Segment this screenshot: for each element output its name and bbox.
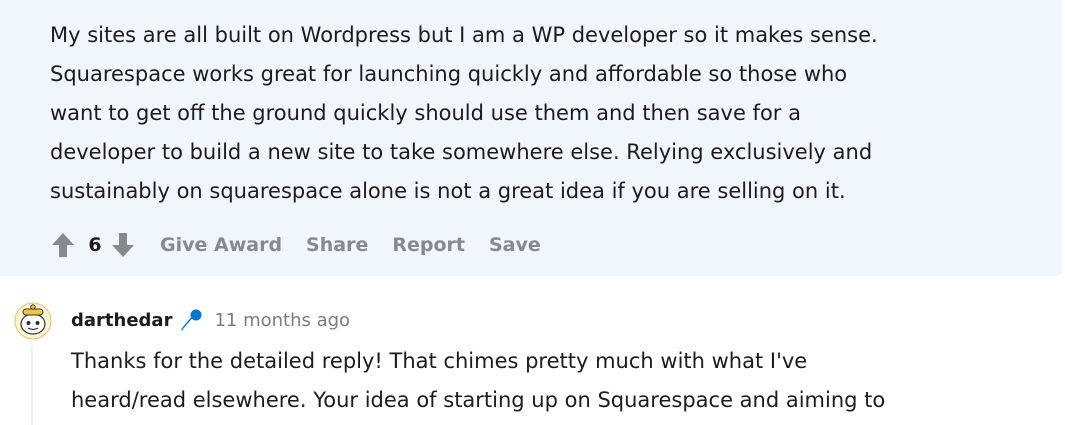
- username-link[interactable]: darthedar: [71, 310, 172, 331]
- reply-line: Thanks for the detailed reply! That chim…: [71, 349, 808, 373]
- report-button[interactable]: Report: [392, 234, 465, 256]
- comment-line: My sites are all built on Wordpress but …: [50, 23, 878, 47]
- reply-line: heard/read elsewhere. Your idea of start…: [71, 388, 886, 412]
- downvote-arrow-icon[interactable]: [110, 231, 136, 259]
- give-award-button[interactable]: Give Award: [160, 234, 282, 256]
- snoo-avatar-icon[interactable]: [14, 302, 52, 340]
- comment-body: My sites are all built on Wordpress but …: [50, 16, 1050, 211]
- comment-thread: My sites are all built on Wordpress but …: [0, 0, 1065, 425]
- comment-line: Squarespace works great for launching qu…: [50, 62, 848, 86]
- parent-comment: My sites are all built on Wordpress but …: [0, 0, 1062, 276]
- thread-line[interactable]: [31, 346, 33, 425]
- comment-actions: 6 Give Award Share Report Save: [50, 228, 541, 262]
- comment-line: developer to build a new site to take so…: [50, 140, 873, 164]
- comment-line: sustainably on squarespace alone is not …: [50, 179, 846, 203]
- timestamp[interactable]: 11 months ago: [214, 310, 350, 331]
- reply-header: darthedar 11 months ago: [71, 306, 350, 334]
- reply-comment: darthedar 11 months ago Thanks for the d…: [0, 276, 1065, 425]
- reply-body: Thanks for the detailed reply! That chim…: [71, 342, 1051, 420]
- vote-count: 6: [88, 234, 102, 256]
- microphone-icon: [178, 307, 204, 333]
- comment-line: want to get off the ground quickly shoul…: [50, 101, 801, 125]
- upvote-arrow-icon[interactable]: [50, 231, 76, 259]
- save-button[interactable]: Save: [489, 234, 541, 256]
- share-button[interactable]: Share: [306, 234, 368, 256]
